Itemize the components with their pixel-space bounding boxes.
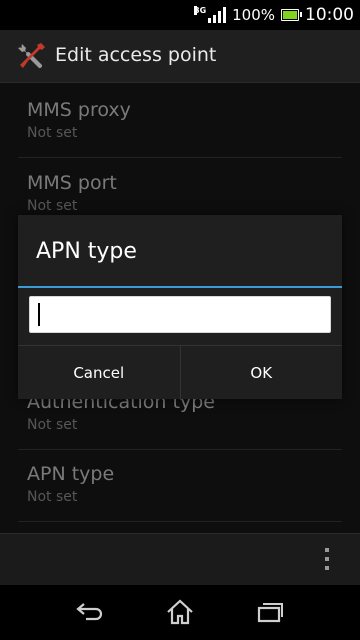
apn-type-input[interactable] bbox=[29, 296, 331, 333]
setting-apn-type[interactable]: APN type Not set bbox=[27, 463, 333, 505]
dialog-title-divider bbox=[18, 286, 342, 288]
navigation-bar bbox=[0, 585, 360, 640]
setting-title: MMS proxy bbox=[27, 99, 131, 121]
dialog-title: APN type bbox=[36, 239, 137, 264]
page-title: Edit access point bbox=[55, 44, 217, 66]
setting-summary: Not set bbox=[27, 489, 78, 505]
battery-icon bbox=[281, 9, 302, 21]
divider bbox=[18, 521, 342, 522]
tools-icon[interactable] bbox=[16, 40, 48, 72]
setting-title: MMS port bbox=[27, 172, 117, 194]
clock: 10:00 bbox=[305, 5, 354, 25]
action-bar: Edit access point bbox=[0, 30, 360, 83]
cancel-button[interactable]: Cancel bbox=[18, 346, 180, 400]
setting-summary: Not set bbox=[27, 417, 78, 433]
divider bbox=[18, 157, 342, 158]
ok-button[interactable]: OK bbox=[179, 346, 343, 400]
status-bar: 3G 100% 10:00 bbox=[0, 0, 360, 30]
text-cursor bbox=[38, 303, 40, 326]
battery-percent: 100% bbox=[232, 6, 275, 24]
home-icon[interactable] bbox=[160, 595, 200, 629]
setting-mms-port[interactable]: MMS port Not set bbox=[27, 172, 333, 214]
dialog-buttons: Cancel OK bbox=[18, 345, 342, 400]
setting-summary: Not set bbox=[27, 125, 78, 141]
back-icon[interactable] bbox=[70, 595, 110, 629]
status-indicators: 3G 100% 10:00 bbox=[194, 3, 354, 27]
recent-apps-icon[interactable] bbox=[250, 595, 290, 629]
bottom-action-bar bbox=[0, 533, 360, 586]
network-type: 3G bbox=[194, 6, 207, 15]
signal-icon: 3G bbox=[194, 6, 227, 23]
setting-mms-proxy[interactable]: MMS proxy Not set bbox=[27, 99, 333, 141]
setting-title: APN type bbox=[27, 463, 115, 485]
overflow-menu-icon[interactable] bbox=[324, 548, 330, 574]
divider bbox=[18, 449, 342, 450]
setting-summary: Not set bbox=[27, 198, 78, 214]
apn-type-dialog: APN type Cancel OK bbox=[18, 215, 342, 400]
